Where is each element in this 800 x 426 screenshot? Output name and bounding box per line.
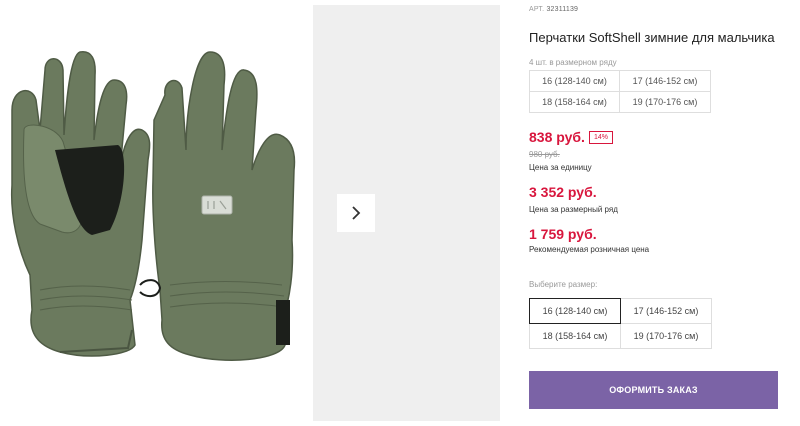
unit-price-label: Цена за единицу <box>529 163 592 172</box>
left-glove <box>10 51 151 357</box>
chevron-right-icon <box>352 206 361 220</box>
size-row-price-label: Цена за размерный ряд <box>529 205 618 214</box>
old-price: 980 руб. <box>529 150 560 159</box>
size-select-label: Выберите размер: <box>529 280 598 289</box>
size-option[interactable]: 19 (170-176 см) <box>620 323 712 349</box>
article-value: 32311139 <box>546 6 579 13</box>
size-option[interactable]: 18 (158-164 см) <box>529 323 621 349</box>
pack-size-cell: 17 (146-152 см) <box>619 70 711 92</box>
pack-note: 4 шт. в размерном ряду <box>529 58 617 67</box>
unit-price: 838 руб. <box>529 129 585 145</box>
product-photo[interactable] <box>0 0 312 421</box>
size-row-price: 3 352 руб. <box>529 184 597 200</box>
article-label: АРТ. <box>529 6 545 13</box>
gallery-next-button[interactable] <box>337 194 375 232</box>
article-number: АРТ. 32311139 <box>529 6 578 13</box>
size-select-grid: 16 (128-140 см) 17 (146-152 см) 18 (158-… <box>529 298 712 349</box>
product-info: АРТ. 32311139 Перчатки SoftShell зимние … <box>529 0 791 421</box>
size-option[interactable]: 17 (146-152 см) <box>620 298 712 324</box>
product-title: Перчатки SoftShell зимние для мальчика <box>529 30 775 45</box>
pack-size-cell: 18 (158-164 см) <box>529 91 620 113</box>
retail-price: 1 759 руб. <box>529 226 597 242</box>
gloves-image <box>10 51 296 361</box>
pack-size-cell: 19 (170-176 см) <box>619 91 711 113</box>
retail-price-label: Рекомендуемая розничная цена <box>529 245 650 254</box>
product-gallery <box>0 0 500 421</box>
right-glove <box>139 51 296 361</box>
size-option-selected[interactable]: 16 (128-140 см) <box>529 298 621 324</box>
pack-size-cell: 16 (128-140 см) <box>529 70 620 92</box>
order-button[interactable]: ОФОРМИТЬ ЗАКАЗ <box>529 371 778 409</box>
discount-badge: 14% <box>589 131 614 144</box>
pack-size-grid: 16 (128-140 см) 17 (146-152 см) 18 (158-… <box>529 70 711 113</box>
